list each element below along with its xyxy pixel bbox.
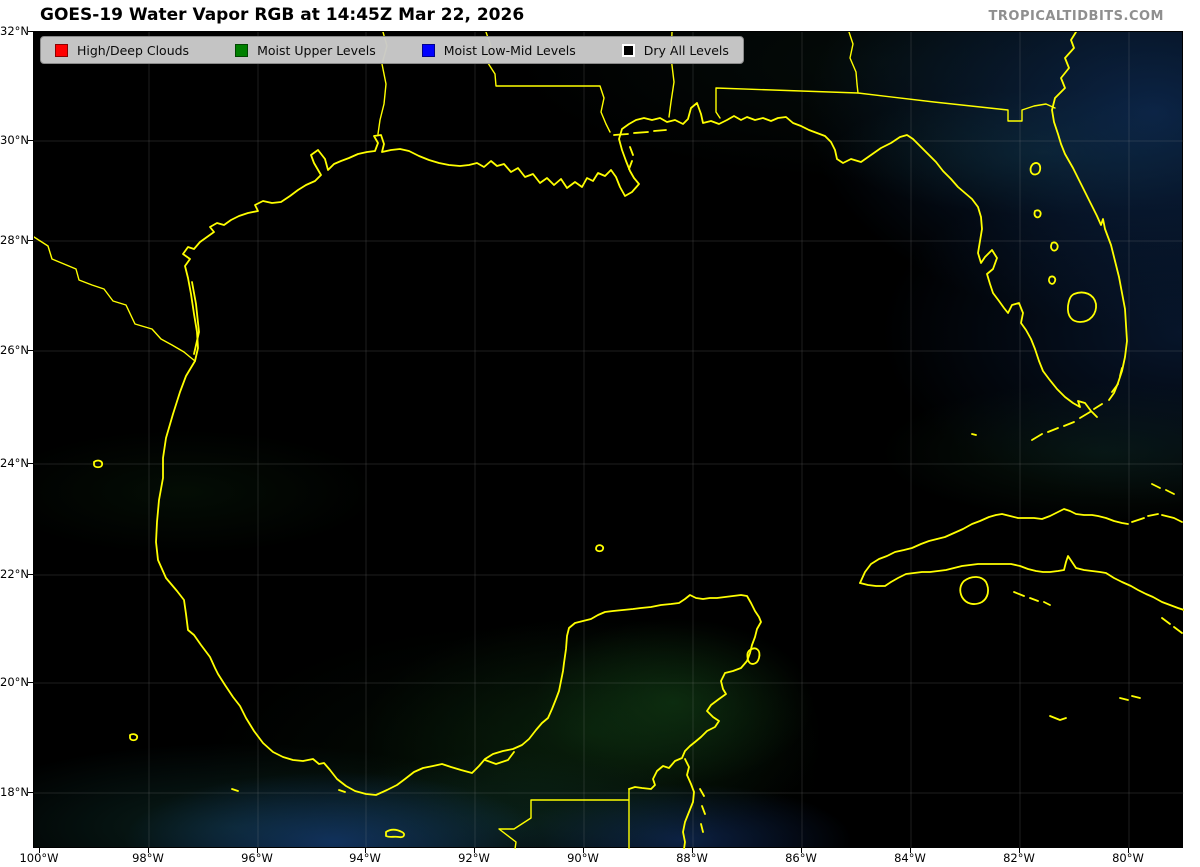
lat-tick-label: 22°N <box>0 567 29 581</box>
lon-tick-label: 88°W <box>676 851 708 865</box>
lat-tick-label: 20°N <box>0 675 29 689</box>
blue-square-swatch-icon <box>421 43 435 57</box>
lon-tick-label: 96°W <box>241 851 273 865</box>
lon-tick-label: 92°W <box>458 851 490 865</box>
legend-item-moist-lowmid: Moist Low-Mid Levels <box>421 42 576 58</box>
lon-tick-label: 82°W <box>1003 851 1035 865</box>
lat-tick-label: 26°N <box>0 343 29 357</box>
lon-tick-label: 90°W <box>567 851 599 865</box>
coastline-overlay <box>34 32 1184 849</box>
legend-label: Moist Upper Levels <box>257 42 376 58</box>
lat-tick-label: 32°N <box>0 24 29 38</box>
lon-tick-label: 94°W <box>349 851 381 865</box>
lat-tick-label: 24°N <box>0 456 29 470</box>
lon-tick-label: 84°W <box>894 851 926 865</box>
lon-tick-label: 80°W <box>1112 851 1144 865</box>
lat-tick-label: 18°N <box>0 785 29 799</box>
legend-item-dry: Dry All Levels <box>621 42 729 58</box>
legend-label: Dry All Levels <box>643 42 729 58</box>
lon-tick-label: 98°W <box>132 851 164 865</box>
legend-item-moist-upper: Moist Upper Levels <box>235 43 376 58</box>
satellite-map-image: High/Deep Clouds Moist Upper Levels Mois… <box>33 31 1184 849</box>
lon-tick-label: 86°W <box>785 851 817 865</box>
green-square-swatch-icon <box>235 43 249 57</box>
lat-tick-label: 30°N <box>0 133 29 147</box>
state-country-borders <box>34 32 1056 849</box>
map-legend: High/Deep Clouds Moist Upper Levels Mois… <box>40 36 744 64</box>
lat-tick-label: 28°N <box>0 233 29 247</box>
lon-tick-label: 100°W <box>19 851 59 865</box>
graticule-grid <box>34 32 1184 849</box>
satellite-map-page: GOES-19 Water Vapor RGB at 14:45Z Mar 22… <box>0 0 1200 867</box>
site-watermark: TROPICALTIDBITS.COM <box>988 9 1164 24</box>
red-square-swatch-icon <box>55 43 68 57</box>
page-title: GOES-19 Water Vapor RGB at 14:45Z Mar 22… <box>40 5 525 25</box>
black-square-swatch-icon <box>621 43 635 57</box>
legend-label: Moist Low-Mid Levels <box>443 42 576 58</box>
legend-label: High/Deep Clouds <box>77 42 190 58</box>
legend-item-high-deep-clouds: High/Deep Clouds <box>55 43 189 58</box>
